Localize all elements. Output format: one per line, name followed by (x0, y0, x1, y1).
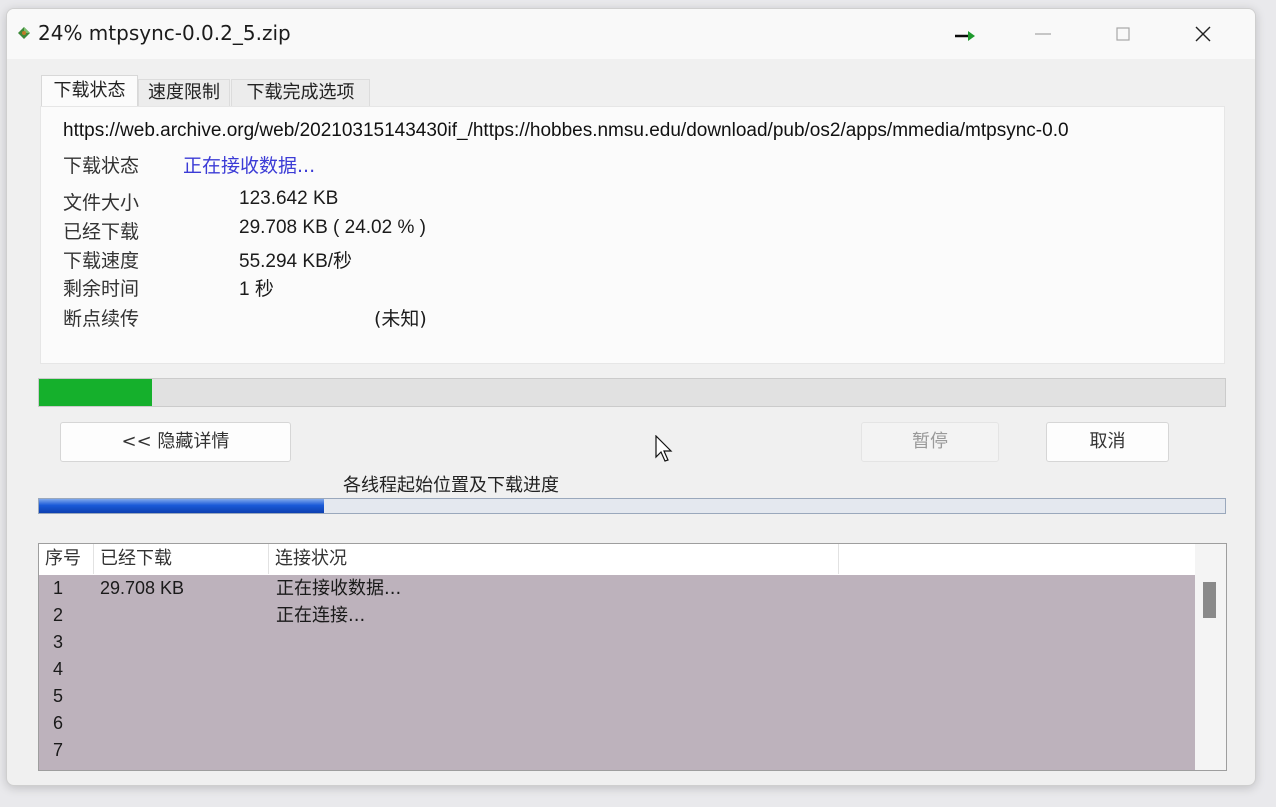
speed-value: 55.294 KB/秒 (239, 251, 353, 272)
tab-download-status[interactable]: 下载状态 (41, 75, 138, 108)
download-url: https://web.archive.org/web/202103151434… (63, 120, 1069, 141)
mouse-cursor-icon (655, 435, 673, 462)
status-value: 正在接收数据... (183, 155, 316, 177)
downloaded-value: 29.708 KB ( 24.02 % ) (239, 217, 426, 238)
thread-index: 5 (53, 686, 64, 706)
download-window: 24% mtpsync-0.0.2_5.zip 下载状态 速度限制 下载完成选项… (6, 8, 1256, 786)
status-panel: https://web.archive.org/web/202103151434… (40, 106, 1225, 364)
status-label: 下载状态 (63, 155, 140, 177)
thread-row[interactable]: 6 (39, 710, 1195, 737)
scrollbar-thumb[interactable] (1203, 582, 1216, 618)
close-button[interactable] (1163, 9, 1243, 59)
app-icon (18, 27, 30, 39)
thread-progress-caption: 各线程起始位置及下载进度 (343, 475, 559, 496)
tab-speed-limit[interactable]: 速度限制 (138, 79, 230, 106)
thread-index: 4 (53, 659, 64, 679)
file-size-value: 123.642 KB (239, 188, 339, 209)
download-progress-bar (38, 378, 1226, 407)
title-bar[interactable]: 24% mtpsync-0.0.2_5.zip (7, 9, 1255, 59)
pause-button[interactable]: 暂停 (861, 422, 999, 462)
thread-list: 序号 已经下载 连接状况 1 29.708 KB 正在接收数据... 2 正在连接...… (38, 543, 1227, 771)
thread-row[interactable]: 5 (39, 683, 1195, 710)
thread-progress-bar (38, 498, 1226, 514)
tab-completion-options[interactable]: 下载完成选项 (231, 79, 370, 106)
speed-label: 下载速度 (63, 250, 140, 272)
thread-row[interactable]: 2 正在连接... (39, 602, 1195, 629)
window-title: 24% mtpsync-0.0.2_5.zip (38, 21, 291, 45)
thread-row[interactable]: 1 29.708 KB 正在接收数据... (39, 575, 1195, 602)
thread-progress-fill (39, 499, 324, 513)
close-icon (1195, 26, 1211, 42)
thread-index: 2 (53, 605, 64, 625)
thread-status: 正在连接... (276, 605, 366, 626)
thread-index: 1 (53, 578, 64, 598)
column-header-connection-status[interactable]: 连接状况 (269, 544, 839, 574)
maximize-button[interactable] (1083, 9, 1163, 59)
minimize-button[interactable] (1003, 9, 1083, 59)
downloaded-label: 已经下载 (63, 221, 140, 243)
thread-index: 3 (53, 632, 64, 652)
column-header-empty (839, 544, 1195, 574)
thread-list-scrollbar[interactable] (1195, 544, 1226, 770)
cancel-button[interactable]: 取消 (1046, 422, 1169, 462)
thread-status: 正在接收数据... (276, 578, 402, 599)
minimize-icon (1035, 33, 1051, 35)
thread-list-body: 1 29.708 KB 正在接收数据... 2 正在连接... 3 4 5 6 7 (39, 575, 1195, 770)
thread-index: 7 (53, 740, 64, 760)
resume-support-value: (未知) (374, 308, 427, 330)
download-progress-fill (39, 379, 152, 406)
remaining-time-value: 1 秒 (239, 279, 274, 300)
thread-downloaded: 29.708 KB (100, 578, 185, 598)
thread-row[interactable]: 7 (39, 737, 1195, 764)
arrow-right-icon (955, 31, 975, 41)
column-header-index[interactable]: 序号 (39, 544, 94, 574)
thread-row[interactable]: 3 (39, 629, 1195, 656)
maximize-icon (1116, 27, 1130, 41)
file-size-label: 文件大小 (63, 192, 140, 214)
thread-row[interactable]: 4 (39, 656, 1195, 683)
remaining-time-label: 剩余时间 (63, 278, 140, 300)
hide-details-button[interactable]: << 隐藏详情 (60, 422, 291, 462)
resume-support-label: 断点续传 (63, 308, 140, 330)
column-header-downloaded[interactable]: 已经下载 (94, 544, 269, 574)
thread-list-header: 序号 已经下载 连接状况 (39, 544, 1195, 574)
thread-index: 6 (53, 713, 64, 733)
